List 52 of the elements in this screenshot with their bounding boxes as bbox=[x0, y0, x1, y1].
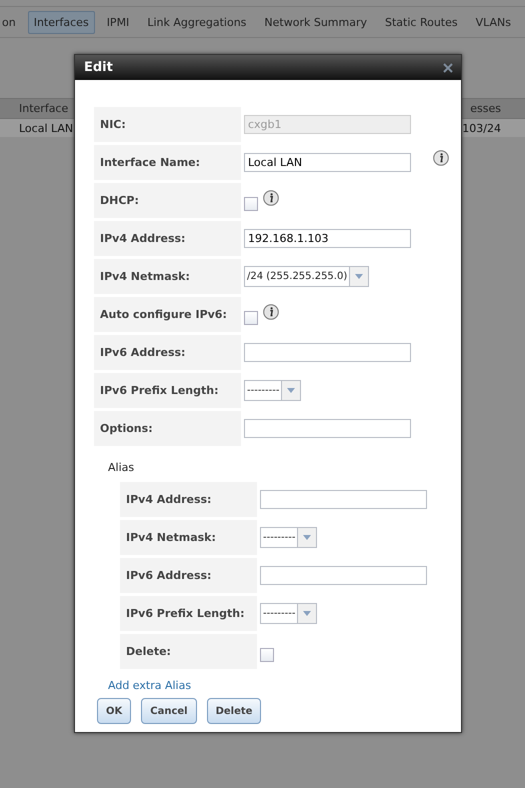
text-field[interactable] bbox=[244, 419, 411, 438]
tab[interactable]: Static Routes bbox=[379, 10, 464, 34]
field-label: IPv6 Address: bbox=[94, 335, 241, 370]
field-label: IPv4 Address: bbox=[120, 482, 257, 517]
tab[interactable]: IPMI bbox=[100, 10, 136, 34]
field-label: Delete: bbox=[120, 634, 257, 669]
dialog-button[interactable]: Delete bbox=[206, 698, 262, 724]
caret-icon[interactable] bbox=[303, 611, 312, 616]
text-field[interactable] bbox=[260, 490, 427, 509]
table-cell-text: Local LAN bbox=[18, 122, 74, 134]
dialog-title: Edit bbox=[84, 60, 113, 75]
text-field[interactable]: 192.168.1.103 bbox=[244, 229, 411, 248]
info-icon[interactable] bbox=[263, 190, 279, 206]
field-label: IPv6 Address: bbox=[120, 558, 257, 593]
text-field[interactable]: Local LAN bbox=[244, 153, 411, 172]
dropdown[interactable]: --------- bbox=[260, 603, 318, 624]
dropdown[interactable]: --------- bbox=[244, 380, 302, 401]
field-label: Auto configure IPv6: bbox=[94, 297, 241, 332]
section-title: Alias bbox=[107, 460, 136, 476]
dialog-button[interactable]: Cancel bbox=[141, 698, 197, 724]
dialog-button[interactable]: OK bbox=[97, 698, 132, 724]
caret-icon[interactable] bbox=[355, 274, 364, 279]
checkbox[interactable] bbox=[260, 648, 274, 662]
field-label: Options: bbox=[94, 411, 241, 446]
checkbox[interactable] bbox=[244, 196, 258, 210]
field-label: IPv6 Prefix Length: bbox=[120, 596, 257, 631]
field-label: IPv6 Prefix Length: bbox=[94, 373, 241, 408]
tab[interactable]: Interfaces bbox=[28, 10, 95, 34]
info-icon[interactable] bbox=[433, 150, 449, 166]
field-label: NIC: bbox=[94, 107, 241, 142]
column-header: Interface bbox=[18, 102, 68, 115]
field-label: DHCP: bbox=[94, 183, 241, 218]
checkbox[interactable] bbox=[244, 310, 258, 324]
caret-icon[interactable] bbox=[287, 388, 296, 393]
info-icon[interactable] bbox=[263, 304, 279, 320]
tab[interactable]: VLANs bbox=[470, 10, 518, 34]
column-header: esses bbox=[470, 102, 502, 115]
field-label: Interface Name: bbox=[94, 145, 241, 180]
field-label: IPv4 Netmask: bbox=[120, 520, 257, 555]
field-label: IPv4 Address: bbox=[94, 221, 241, 256]
tab[interactable]: on bbox=[0, 10, 22, 34]
caret-icon[interactable] bbox=[303, 535, 312, 540]
close-icon[interactable] bbox=[443, 62, 453, 72]
tab[interactable]: Link Aggregations bbox=[141, 10, 252, 34]
table-cell-text: 103/24 bbox=[462, 122, 502, 134]
dropdown[interactable]: /24 (255.255.255.0) bbox=[244, 266, 370, 287]
add-alias-link[interactable]: Add extra Alias bbox=[94, 672, 192, 692]
tab[interactable]: Network Summary bbox=[258, 10, 373, 34]
text-field[interactable] bbox=[244, 343, 411, 362]
field-label: IPv4 Netmask: bbox=[94, 259, 241, 294]
dropdown[interactable]: --------- bbox=[260, 527, 318, 548]
text-field[interactable] bbox=[260, 566, 427, 585]
